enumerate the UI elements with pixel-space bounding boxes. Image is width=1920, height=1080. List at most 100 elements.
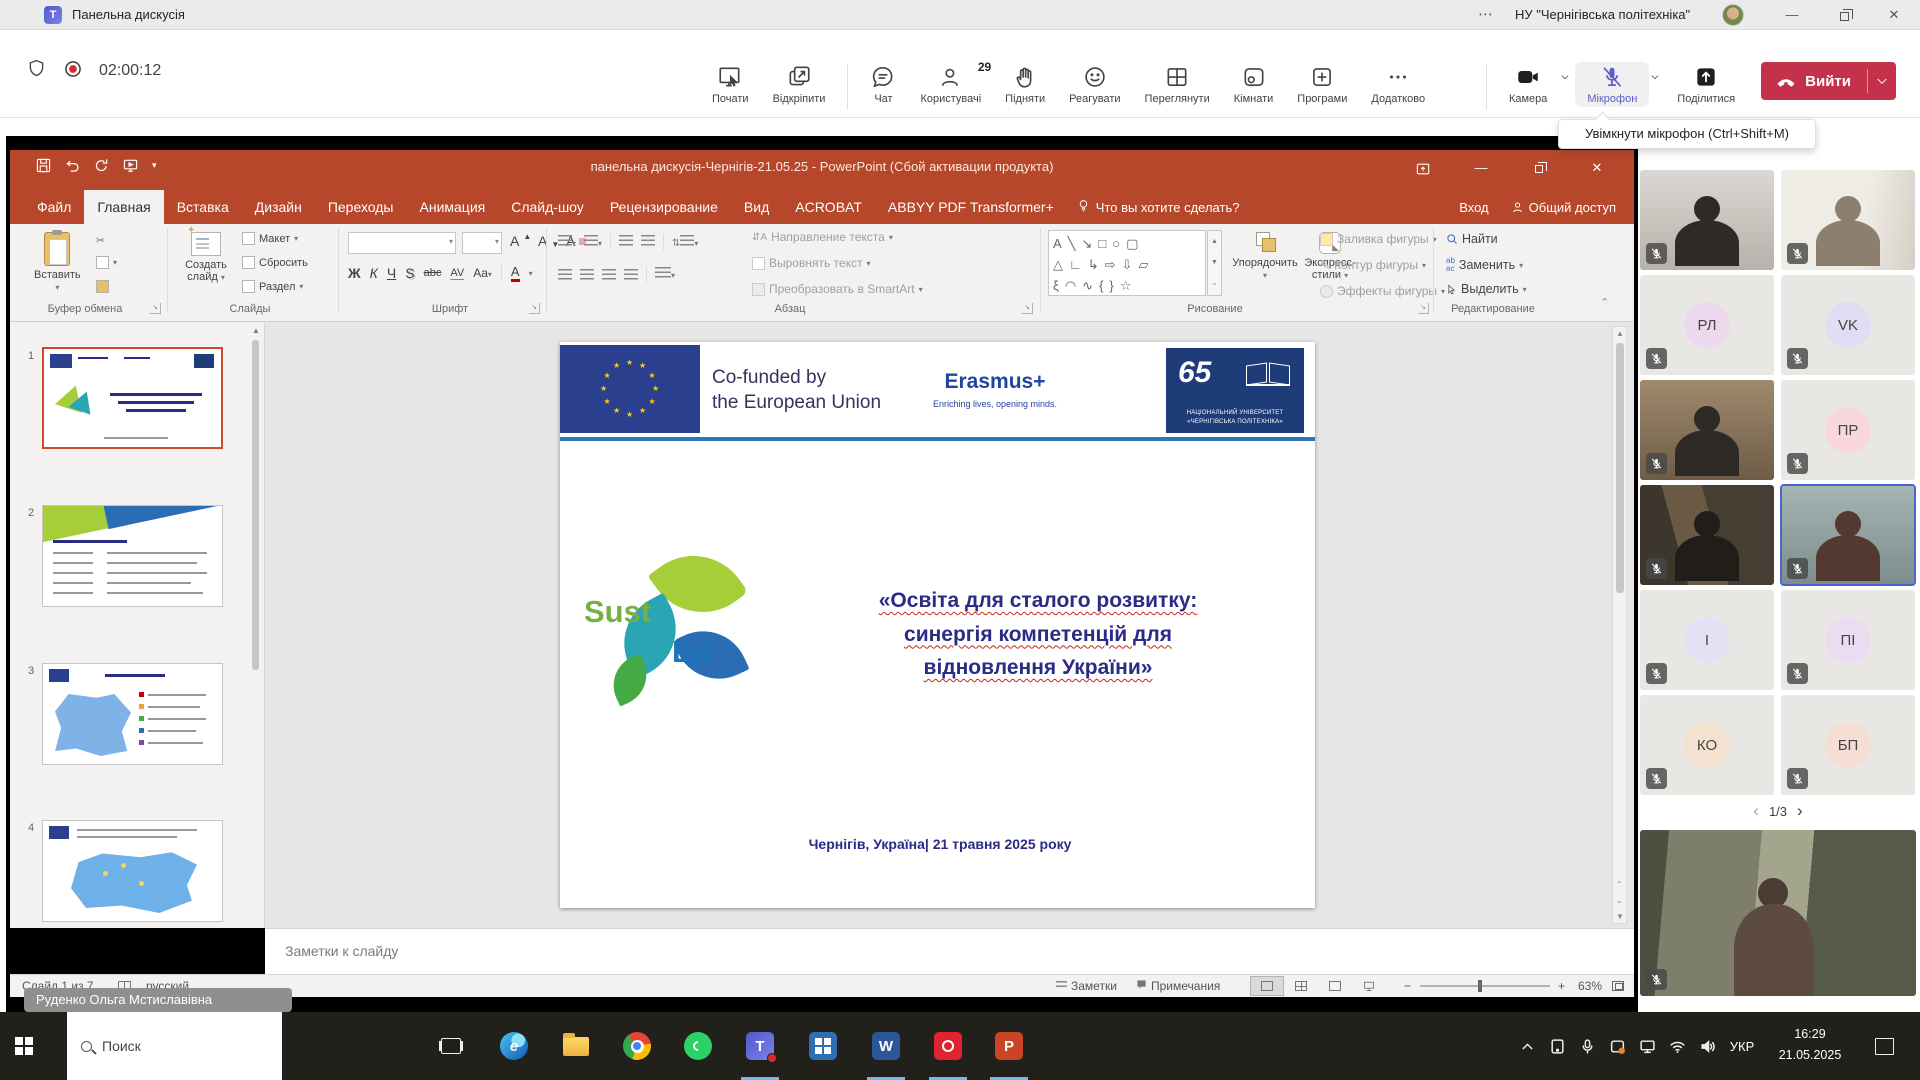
participant-tile[interactable] bbox=[1781, 485, 1915, 585]
copy-button[interactable]: ▾ bbox=[96, 256, 117, 269]
display-icon[interactable] bbox=[1633, 1012, 1661, 1080]
tab-file[interactable]: Файл bbox=[24, 190, 84, 224]
section-button[interactable]: Раздел▾ bbox=[242, 280, 303, 293]
apps-button[interactable]: Програми bbox=[1285, 62, 1359, 107]
grow-font-button[interactable]: A▲ bbox=[510, 233, 531, 249]
minimize-button[interactable]: — bbox=[1772, 0, 1812, 30]
underline-button[interactable]: Ч bbox=[387, 265, 396, 281]
wifi-icon[interactable] bbox=[1663, 1012, 1691, 1080]
tab-review[interactable]: Рецензирование bbox=[597, 190, 731, 224]
self-video-tile[interactable] bbox=[1640, 830, 1916, 996]
tab-insert[interactable]: Вставка bbox=[164, 190, 242, 224]
notes-pane[interactable]: Заметки к слайду bbox=[265, 928, 1634, 974]
react-button[interactable]: Реагувати bbox=[1057, 62, 1132, 107]
participant-tile[interactable]: ПІ bbox=[1781, 590, 1915, 690]
redo-icon[interactable] bbox=[94, 158, 109, 173]
slide-thumbnail-3[interactable] bbox=[42, 663, 223, 765]
text-shadow-button[interactable]: S bbox=[405, 265, 414, 281]
drawing-dialog-launcher[interactable]: ↘ bbox=[1418, 303, 1429, 314]
new-slide-button[interactable]: Создать слайд ▾ bbox=[178, 232, 234, 283]
participant-tile[interactable] bbox=[1640, 170, 1774, 270]
tab-transitions[interactable]: Переходы bbox=[315, 190, 407, 224]
taskbar-search-input[interactable]: Поиск bbox=[67, 1012, 282, 1080]
start-button[interactable] bbox=[0, 1012, 48, 1080]
chat-button[interactable]: Чат bbox=[858, 62, 908, 107]
bold-button[interactable]: Ж bbox=[348, 265, 361, 281]
align-right-button[interactable] bbox=[602, 269, 616, 280]
taskbar-app-explorer[interactable] bbox=[553, 1012, 599, 1080]
shape-option[interactable]: ∟ bbox=[1069, 254, 1082, 275]
security-shield-icon[interactable] bbox=[26, 58, 47, 84]
volume-icon[interactable] bbox=[1693, 1012, 1721, 1080]
share-workbook-button[interactable]: Общий доступ bbox=[1511, 200, 1616, 215]
close-button[interactable]: ✕ bbox=[1874, 0, 1914, 30]
chevron-up-icon[interactable] bbox=[1513, 1012, 1541, 1080]
fit-slide-button[interactable] bbox=[1612, 979, 1624, 993]
shape-option[interactable]: ∿ bbox=[1082, 275, 1093, 296]
shape-option[interactable]: ☆ bbox=[1120, 275, 1132, 296]
character-spacing-button[interactable]: AV bbox=[450, 267, 464, 280]
font-dialog-launcher[interactable]: ↘ bbox=[529, 303, 540, 314]
more-button[interactable]: Додатково bbox=[1359, 62, 1437, 107]
collapse-ribbon-icon[interactable]: ⌃ bbox=[1600, 296, 1609, 309]
shape-option[interactable]: ▱ bbox=[1138, 254, 1148, 275]
shape-option[interactable]: ◠ bbox=[1065, 275, 1076, 296]
shape-option[interactable]: △ bbox=[1053, 254, 1063, 275]
pagination-next-icon[interactable]: › bbox=[1797, 801, 1803, 821]
unpin-button[interactable]: Відкріпити bbox=[761, 62, 838, 107]
slide-thumbnail-2[interactable] bbox=[42, 505, 223, 607]
tab-abbyy[interactable]: ABBYY PDF Transformer+ bbox=[875, 190, 1067, 224]
shape-option[interactable]: ⇨ bbox=[1105, 254, 1116, 275]
shape-option[interactable]: ξ bbox=[1053, 275, 1059, 296]
tablet-icon[interactable] bbox=[1543, 1012, 1571, 1080]
align-left-button[interactable] bbox=[558, 269, 572, 280]
tab-home[interactable]: Главная bbox=[84, 190, 163, 224]
tab-slideshow[interactable]: Слайд-шоу bbox=[498, 190, 597, 224]
align-center-button[interactable] bbox=[580, 269, 594, 280]
leave-button[interactable]: Вийти bbox=[1761, 62, 1896, 100]
slide-thumbnail-1[interactable] bbox=[42, 347, 223, 449]
convert-smartart-button[interactable]: Преобразовать в SmartArt▾ bbox=[752, 282, 923, 296]
comments-toggle[interactable]: Примечания bbox=[1136, 979, 1220, 993]
participant-tile[interactable]: І bbox=[1640, 590, 1774, 690]
participant-tile[interactable]: ПР bbox=[1781, 380, 1915, 480]
justify-button[interactable] bbox=[624, 269, 638, 280]
shape-option[interactable]: ▢ bbox=[1126, 233, 1138, 254]
font-color-button[interactable]: A bbox=[511, 264, 520, 282]
taskbar-app-teams[interactable]: T bbox=[737, 1012, 783, 1080]
ppt-restore-button[interactable] bbox=[1516, 150, 1562, 186]
shape-option[interactable]: A bbox=[1053, 233, 1062, 254]
notes-toggle[interactable]: Заметки bbox=[1056, 979, 1117, 993]
ppt-minimize-button[interactable]: — bbox=[1458, 150, 1504, 186]
shrink-font-button[interactable]: A▼ bbox=[538, 233, 559, 249]
shape-option[interactable]: ↘ bbox=[1082, 233, 1093, 254]
slide-sorter-view-button[interactable] bbox=[1284, 976, 1318, 996]
font-size-select[interactable] bbox=[462, 232, 502, 254]
numbering-button[interactable]: ▾ bbox=[584, 235, 602, 249]
columns-button[interactable]: ▾ bbox=[655, 267, 675, 281]
paragraph-dialog-launcher[interactable]: ↘ bbox=[1022, 303, 1033, 314]
zoom-slider-thumb[interactable] bbox=[1478, 980, 1482, 992]
participant-tile[interactable]: VK bbox=[1781, 275, 1915, 375]
zoom-in-button[interactable]: + bbox=[1558, 979, 1565, 993]
line-spacing-button[interactable]: ⇅▾ bbox=[672, 235, 698, 249]
people-button[interactable]: Користувачі 29 bbox=[908, 62, 993, 107]
save-icon[interactable] bbox=[36, 158, 51, 173]
slideshow-view-button[interactable] bbox=[1352, 976, 1386, 996]
chevron-down-icon[interactable] bbox=[1874, 73, 1890, 89]
taskbar-app-word[interactable]: W bbox=[863, 1012, 909, 1080]
task-view-button[interactable] bbox=[428, 1012, 474, 1080]
customize-qat-icon[interactable]: ▾ bbox=[152, 160, 157, 171]
replace-button[interactable]: abacЗаменить▾ bbox=[1446, 257, 1523, 273]
zoom-level[interactable]: 63% bbox=[1578, 979, 1602, 993]
shape-outline-button[interactable]: ✎Контур фигуры▾ bbox=[1320, 258, 1426, 272]
tab-design[interactable]: Дизайн bbox=[242, 190, 315, 224]
shape-effects-button[interactable]: Эффекты фигуры▾ bbox=[1320, 284, 1445, 298]
participant-tile[interactable] bbox=[1781, 170, 1915, 270]
italic-button[interactable]: К bbox=[370, 265, 378, 281]
tray-mic-icon[interactable] bbox=[1573, 1012, 1601, 1080]
shape-option[interactable]: ○ bbox=[1112, 233, 1120, 254]
select-button[interactable]: Выделить▾ bbox=[1446, 282, 1527, 296]
shape-option[interactable]: □ bbox=[1098, 233, 1106, 254]
chevron-down-icon[interactable] bbox=[1649, 62, 1665, 88]
